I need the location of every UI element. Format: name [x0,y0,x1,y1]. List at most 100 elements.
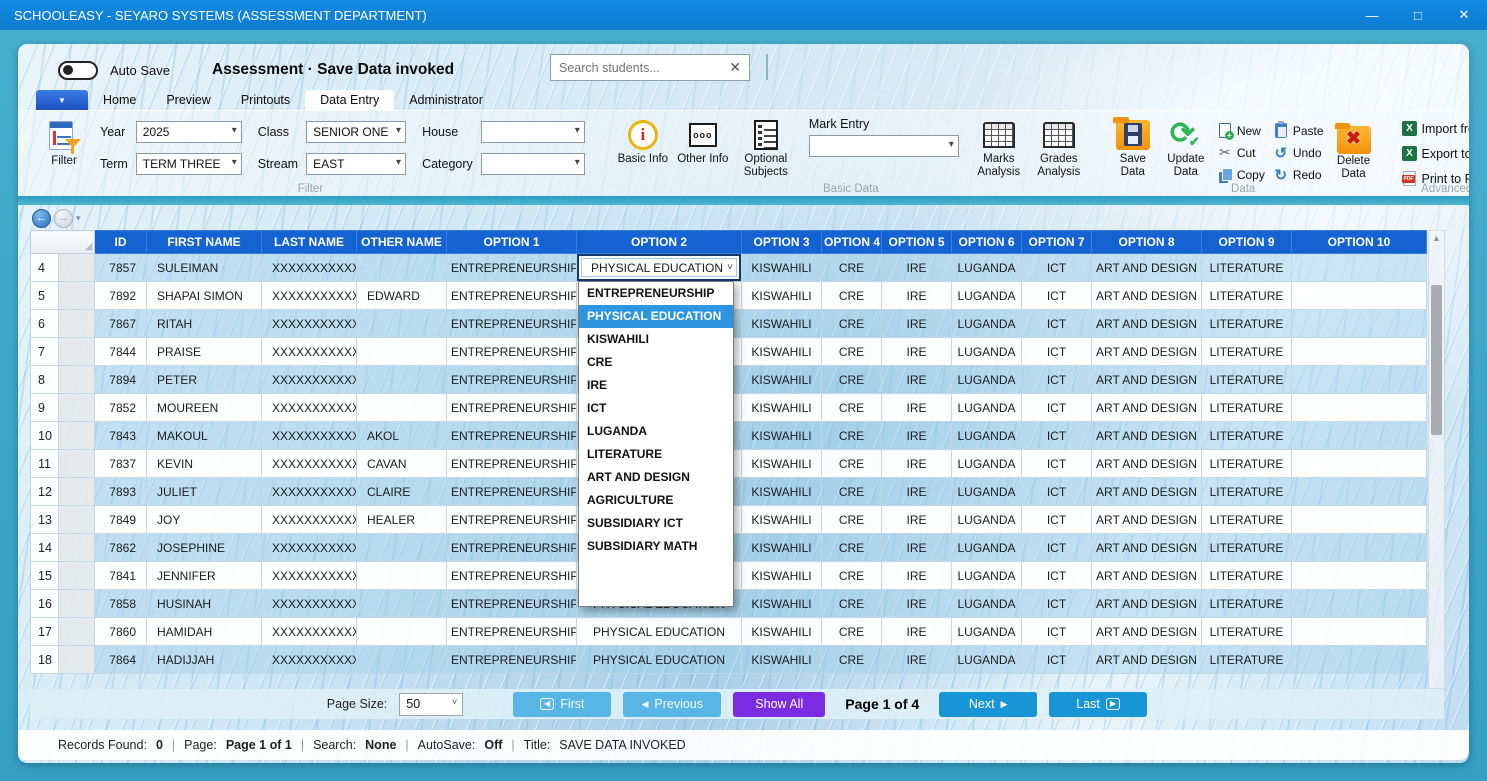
cell-option-6[interactable]: LUGANDA [952,394,1022,422]
cell-option-7[interactable]: ICT [1022,310,1092,338]
nav-chevron-icon[interactable]: ▾ [76,213,81,224]
cell-option-8[interactable]: ART AND DESIGN [1092,646,1202,674]
cell-last-name[interactable]: XXXXXXXXXXX [262,562,357,590]
cell-option-2[interactable]: PHYSICAL EDUCATION [577,646,742,674]
row-selector[interactable] [59,562,95,590]
cell-option-5[interactable]: IRE [882,506,952,534]
dropdown-item[interactable]: ICT [579,397,733,420]
cell-other-name[interactable] [357,394,447,422]
column-header-option-1[interactable]: OPTION 1 [447,231,577,254]
cell-option-4[interactable]: CRE [822,338,882,366]
cell-first-name[interactable]: MAKOUL [147,422,262,450]
cell-option-1[interactable]: ENTREPRENEURSHIP [447,450,577,478]
dropdown-item[interactable]: AGRICULTURE [579,489,733,512]
column-header-option-3[interactable]: OPTION 3 [742,231,822,254]
row-selector[interactable] [59,450,95,478]
cell-id[interactable]: 7864 [95,646,147,674]
cell-option-4[interactable]: CRE [822,310,882,338]
cell-option-6[interactable]: LUGANDA [952,478,1022,506]
cell-option-4[interactable]: CRE [822,282,882,310]
cell-option-10[interactable] [1292,394,1427,422]
new-button[interactable]: + New [1217,121,1265,140]
cell-option-5[interactable]: IRE [882,394,952,422]
cell-first-name[interactable]: HUSINAH [147,590,262,618]
cell-option-6[interactable]: LUGANDA [952,338,1022,366]
cell-option-3[interactable]: KISWAHILI [742,254,822,282]
row-selector[interactable] [59,618,95,646]
option2-editor-combobox[interactable]: PHYSICAL EDUCATION˅ [577,254,741,281]
cell-first-name[interactable]: RITAH [147,310,262,338]
cell-other-name[interactable] [357,254,447,282]
cell-option-8[interactable]: ART AND DESIGN [1092,310,1202,338]
cell-last-name[interactable]: XXXXXXXXXXX [262,422,357,450]
cell-id[interactable]: 7843 [95,422,147,450]
row-number[interactable]: 16 [31,590,59,618]
column-header-option-9[interactable]: OPTION 9 [1202,231,1292,254]
scroll-up-icon[interactable]: ▲ [1429,233,1444,243]
show-all-button[interactable]: Show All [733,692,825,717]
row-number[interactable]: 18 [31,646,59,674]
row-selector[interactable] [59,254,95,282]
cell-option-1[interactable]: ENTREPRENEURSHIP [447,338,577,366]
cell-option-6[interactable]: LUGANDA [952,282,1022,310]
cell-last-name[interactable]: XXXXXXXXXXX [262,310,357,338]
cell-option-10[interactable] [1292,422,1427,450]
first-page-button[interactable]: ◀ First [513,692,611,717]
filter-button[interactable]: Filter [36,119,92,168]
row-selector[interactable] [59,394,95,422]
cell-other-name[interactable]: AKOL [357,422,447,450]
export-to-excel-button[interactable]: X Export to Excel [1402,144,1469,163]
cell-option-3[interactable]: KISWAHILI [742,534,822,562]
tab-printouts[interactable]: Printouts [226,90,305,110]
cell-last-name[interactable]: XXXXXXXXXXX [262,366,357,394]
row-number[interactable]: 15 [31,562,59,590]
column-header-option-5[interactable]: OPTION 5 [882,231,952,254]
cell-first-name[interactable]: PETER [147,366,262,394]
cell-option-6[interactable]: LUGANDA [952,310,1022,338]
cell-option-5[interactable]: IRE [882,422,952,450]
cell-other-name[interactable]: HEALER [357,506,447,534]
cell-option-7[interactable]: ICT [1022,534,1092,562]
cell-last-name[interactable]: XXXXXXXXXXX [262,254,357,282]
cell-option-9[interactable]: LITERATURE [1202,310,1292,338]
cell-id[interactable]: 7894 [95,366,147,394]
cell-option-7[interactable]: ICT [1022,478,1092,506]
dropdown-item[interactable]: LITERATURE [579,443,733,466]
cell-option-9[interactable]: LITERATURE [1202,338,1292,366]
cell-option-7[interactable]: ICT [1022,506,1092,534]
cell-option-7[interactable]: ICT [1022,450,1092,478]
cell-option-5[interactable]: IRE [882,478,952,506]
vertical-scrollbar[interactable]: ▲ [1428,230,1445,689]
tab-administrator[interactable]: Administrator [394,90,498,110]
cell-option-6[interactable]: LUGANDA [952,590,1022,618]
dropdown-item[interactable]: SUBSIDIARY MATH [579,535,733,558]
cell-option-8[interactable]: ART AND DESIGN [1092,366,1202,394]
cell-option-8[interactable]: ART AND DESIGN [1092,450,1202,478]
cell-option-3[interactable]: KISWAHILI [742,562,822,590]
cell-last-name[interactable]: XXXXXXXXXXX [262,282,357,310]
cell-option-1[interactable]: ENTREPRENEURSHIP [447,310,577,338]
dropdown-item[interactable]: CRE [579,351,733,374]
cell-option-3[interactable]: KISWAHILI [742,618,822,646]
cell-option-4[interactable]: CRE [822,646,882,674]
back-button[interactable]: ← [32,209,51,228]
cell-first-name[interactable]: JULIET [147,478,262,506]
cell-last-name[interactable]: XXXXXXXXXXX [262,478,357,506]
cell-option-10[interactable] [1292,506,1427,534]
cell-option-7[interactable]: ICT [1022,282,1092,310]
cell-option-1[interactable]: ENTREPRENEURSHIP [447,366,577,394]
cell-option-7[interactable]: ICT [1022,618,1092,646]
row-number[interactable]: 11 [31,450,59,478]
cell-last-name[interactable]: XXXXXXXXXXX [262,534,357,562]
category-select[interactable] [481,153,585,175]
cell-id[interactable]: 7841 [95,562,147,590]
cell-option-1[interactable]: ENTREPRENEURSHIP [447,254,577,282]
row-selector[interactable] [59,478,95,506]
cell-last-name[interactable]: XXXXXXXXXXX [262,338,357,366]
year-select[interactable]: 2025 [136,121,242,143]
stream-select[interactable]: EAST [306,153,406,175]
search-box[interactable]: ✕ [550,54,750,81]
cell-option-8[interactable]: ART AND DESIGN [1092,338,1202,366]
cell-option-3[interactable]: KISWAHILI [742,590,822,618]
cell-option-10[interactable] [1292,478,1427,506]
